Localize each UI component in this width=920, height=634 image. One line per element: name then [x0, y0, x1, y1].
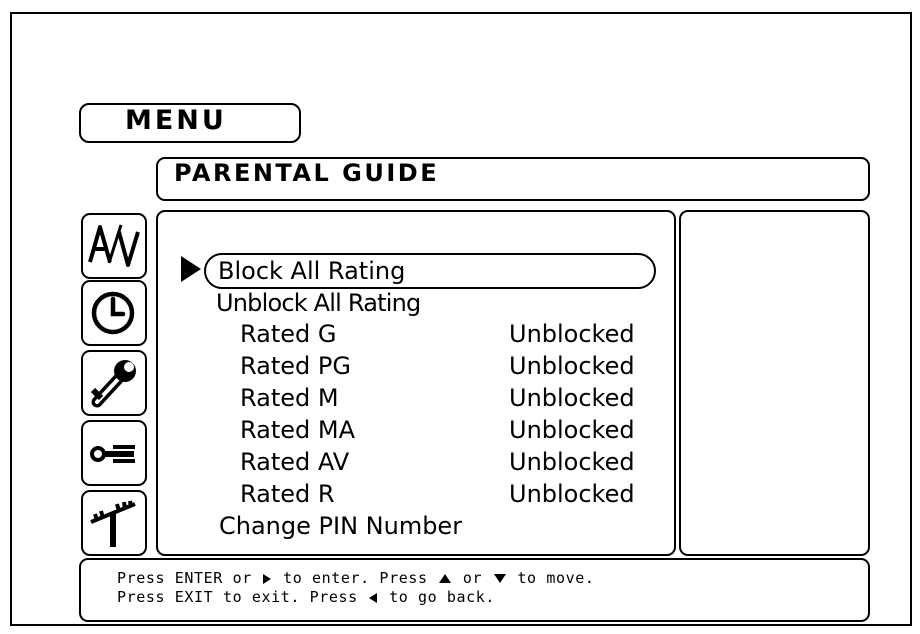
menu-item-rated-pg[interactable]: Rated PG — [240, 351, 351, 381]
menu-item-rated-av[interactable]: Rated AV — [240, 447, 349, 477]
up-arrow-icon — [439, 574, 452, 583]
menu-item-block-all[interactable]: Block All Rating — [218, 256, 405, 286]
menu-item-change-pin[interactable]: Change PIN Number — [219, 511, 462, 541]
info-panel — [679, 210, 870, 556]
help-text: Press ENTER or — [117, 569, 252, 587]
right-arrow-icon — [263, 573, 272, 584]
menu-item-rated-m[interactable]: Rated M — [240, 383, 339, 413]
menu-title-box: MENU — [79, 103, 301, 143]
av-icon — [88, 224, 140, 267]
help-text: to go back. — [389, 588, 496, 606]
timer-settings-button[interactable] — [81, 280, 147, 346]
menu-item-unblock-all[interactable]: Unblock All Rating — [216, 288, 421, 318]
rating-status: Unblocked — [509, 416, 635, 444]
rating-status: Unblocked — [509, 384, 635, 412]
rating-status: Unblocked — [509, 448, 635, 476]
help-text: or — [462, 569, 483, 587]
help-line-2: Press EXIT to exit. Press to go back. — [117, 590, 495, 605]
clock-icon — [91, 291, 135, 335]
av-settings-button[interactable] — [81, 213, 147, 279]
down-arrow-icon — [493, 574, 506, 583]
section-title-box: PARENTAL GUIDE — [156, 157, 870, 201]
help-text: to enter. Press — [283, 569, 428, 587]
left-arrow-icon — [369, 592, 378, 603]
antenna-icon — [90, 500, 136, 547]
key-icon — [90, 445, 135, 463]
rating-status: Unblocked — [509, 352, 635, 380]
help-text: Press EXIT to exit. Press — [117, 588, 358, 606]
menu-item-rated-r[interactable]: Rated R — [240, 479, 335, 509]
channel-settings-button[interactable] — [81, 490, 147, 556]
menu-item-rated-g[interactable]: Rated G — [240, 319, 337, 349]
rating-status: Unblocked — [509, 480, 635, 508]
rating-status: Unblocked — [509, 320, 635, 348]
help-panel: Press ENTER or to enter. Press or to mov… — [79, 558, 870, 622]
menu-title: MENU — [125, 105, 227, 136]
help-text: to move. — [517, 569, 595, 587]
menu-item-rated-ma[interactable]: Rated MA — [240, 415, 355, 445]
section-title: PARENTAL GUIDE — [174, 159, 440, 187]
setup-settings-button[interactable] — [81, 350, 147, 416]
wrench-icon — [90, 360, 136, 408]
selection-arrow-icon — [181, 256, 201, 282]
lock-settings-button[interactable] — [81, 420, 147, 486]
help-line-1: Press ENTER or to enter. Press or to mov… — [117, 571, 594, 586]
